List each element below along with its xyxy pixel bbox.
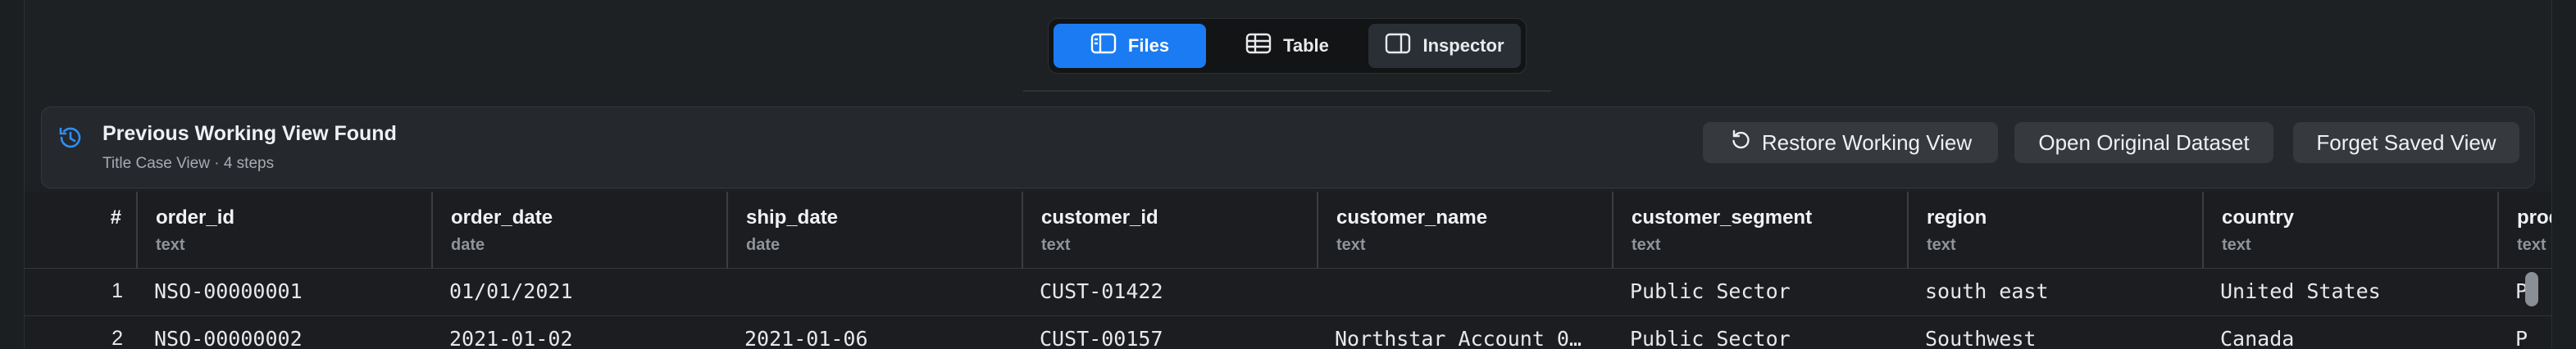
column-type: text — [1041, 236, 1071, 254]
window-edge-right — [2551, 0, 2576, 349]
window-edge-left — [0, 0, 25, 349]
table-grid-icon — [1245, 33, 1272, 59]
divider — [1023, 90, 1551, 92]
table-row[interactable]: 1 NSO-00000001 01/01/2021 CUST-01422 Pub… — [25, 269, 2551, 316]
column-type: text — [2517, 236, 2546, 254]
tab-table-label: Table — [1283, 35, 1329, 56]
restore-icon — [1729, 129, 1752, 157]
table-cell[interactable]: United States — [2204, 269, 2499, 316]
tab-files-label: Files — [1127, 35, 1170, 56]
column-header[interactable]: region text — [1909, 192, 2204, 269]
restore-label: Restore Working View — [1761, 129, 1973, 155]
table-cell[interactable]: 01/01/2021 — [433, 269, 728, 316]
sidebar-panel-icon — [1090, 33, 1117, 59]
tab-inspector-label: Inspector — [1422, 35, 1504, 56]
tab-files[interactable]: Files — [1054, 24, 1206, 68]
column-header-index: # — [25, 192, 138, 269]
data-table: # order_id text order_date date ship_dat… — [25, 192, 2551, 349]
column-header[interactable]: customer_name text — [1318, 192, 1613, 269]
table-cell[interactable] — [1318, 269, 1613, 316]
inspector-panel-icon — [1385, 33, 1411, 59]
table-cell[interactable]: Southwest — [1909, 316, 2204, 349]
column-type: text — [1336, 236, 1366, 254]
row-index: 1 — [112, 279, 123, 302]
table-cell[interactable]: NSO-00000002 — [138, 316, 433, 349]
table-header: # order_id text order_date date ship_dat… — [25, 192, 2551, 269]
history-icon — [57, 124, 84, 152]
column-header[interactable]: customer_id text — [1023, 192, 1318, 269]
column-type: text — [1632, 236, 1661, 254]
view-switcher: Files Table Inspector — [1048, 18, 1527, 74]
restore-working-view-button[interactable]: Restore Working View — [1703, 122, 1998, 163]
forget-saved-view-button[interactable]: Forget Saved View — [2293, 122, 2519, 163]
column-header[interactable]: country text — [2204, 192, 2499, 269]
banner-subtitle: Title Case View · 4 steps — [102, 155, 275, 172]
column-name: region — [1927, 206, 1987, 229]
table-cell[interactable]: P — [2499, 316, 2551, 349]
table-cell[interactable]: Public Sector — [1613, 269, 1909, 316]
saved-view-banner: Previous Working View Found Title Case V… — [41, 107, 2535, 188]
column-name: customer_id — [1041, 206, 1158, 229]
column-name: country — [2222, 206, 2295, 229]
vertical-scrollbar[interactable] — [2525, 272, 2538, 306]
table-cell[interactable]: 2021-01-06 — [728, 316, 1023, 349]
column-name: customer_segment — [1632, 206, 1813, 229]
open-original-dataset-button[interactable]: Open Original Dataset — [2014, 122, 2273, 163]
table-cell[interactable]: Canada — [2204, 316, 2499, 349]
tab-inspector[interactable]: Inspector — [1368, 24, 1521, 68]
column-header[interactable]: order_id text — [138, 192, 433, 269]
column-name: prod — [2517, 206, 2551, 229]
table-cell[interactable]: CUST-00157 — [1023, 316, 1318, 349]
column-name: order_id — [156, 206, 235, 229]
column-header[interactable]: ship_date date — [728, 192, 1023, 269]
column-name: customer_name — [1336, 206, 1488, 229]
table-cell[interactable]: 2021-01-02 — [433, 316, 728, 349]
table-cell[interactable] — [728, 269, 1023, 316]
column-name: ship_date — [746, 206, 839, 229]
table-cell[interactable]: Public Sector — [1613, 316, 1909, 349]
row-index: 2 — [112, 327, 123, 349]
banner-title: Previous Working View Found — [102, 122, 397, 145]
tab-table[interactable]: Table — [1211, 24, 1363, 68]
table-row[interactable]: 2 NSO-00000002 2021-01-02 2021-01-06 CUS… — [25, 316, 2551, 349]
column-header[interactable]: customer_segment text — [1613, 192, 1909, 269]
table-cell[interactable]: Northstar Account 0… — [1318, 316, 1613, 349]
column-header[interactable]: prod text — [2499, 192, 2551, 269]
table-cell[interactable]: CUST-01422 — [1023, 269, 1318, 316]
column-name: order_date — [451, 206, 553, 229]
column-type: text — [1927, 236, 1956, 254]
column-type: text — [2222, 236, 2251, 254]
column-type: text — [156, 236, 185, 254]
column-type: date — [746, 236, 781, 254]
column-type: date — [451, 236, 485, 254]
table-cell[interactable]: south east — [1909, 269, 2204, 316]
table-cell[interactable]: NSO-00000001 — [138, 269, 433, 316]
column-header[interactable]: order_date date — [433, 192, 728, 269]
